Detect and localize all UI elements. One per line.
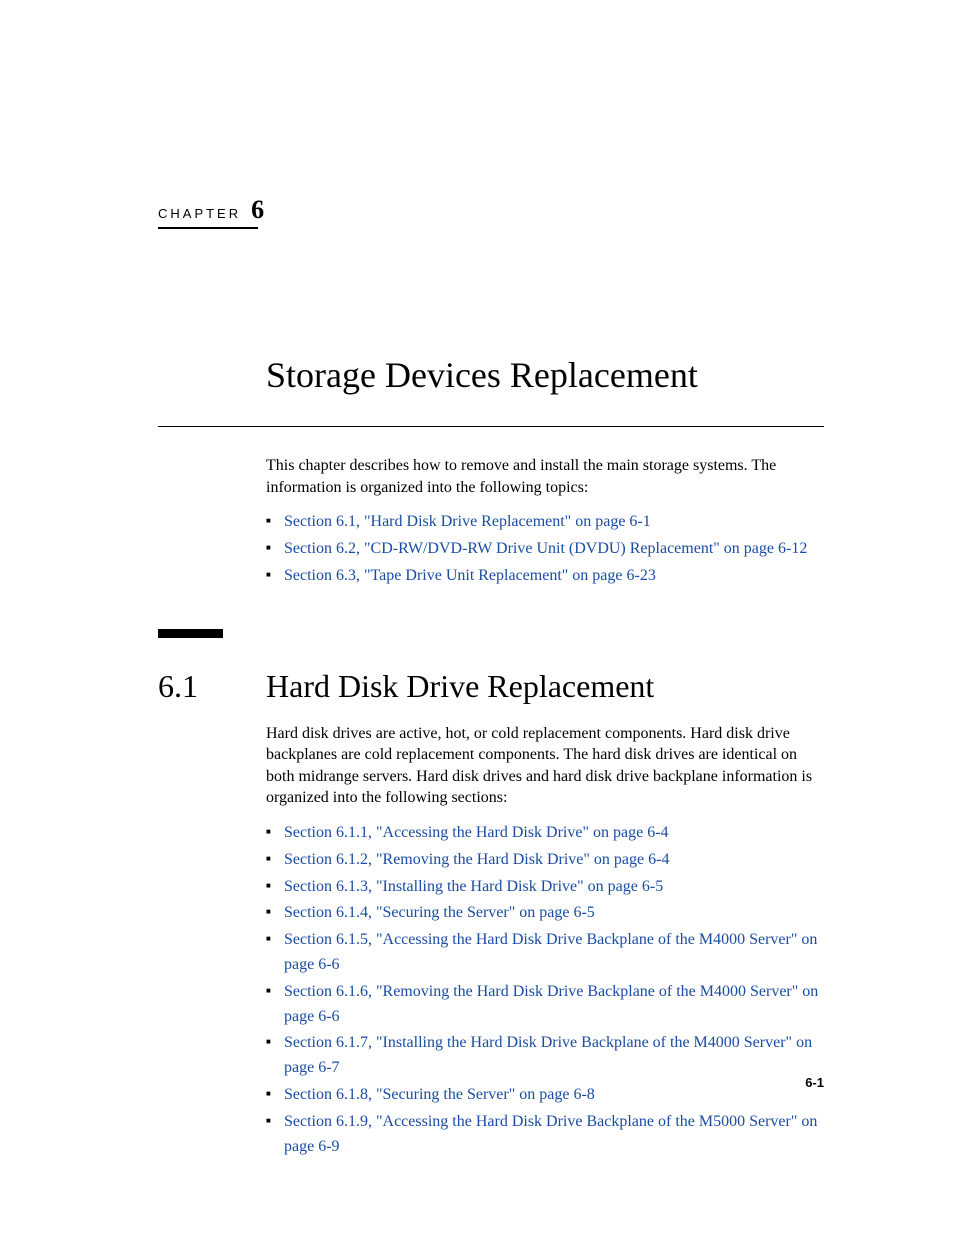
toc-link[interactable]: Section 6.1, "Hard Disk Drive Replacemen… (284, 513, 651, 530)
section-heading: 6.1 Hard Disk Drive Replacement (158, 668, 824, 705)
list-item: Section 6.1.8, "Securing the Server" on … (266, 1083, 824, 1108)
list-item: Section 6.3, "Tape Drive Unit Replacemen… (266, 564, 824, 589)
toc-link[interactable]: Section 6.1.1, "Accessing the Hard Disk … (284, 824, 669, 841)
list-item: Section 6.1.6, "Removing the Hard Disk D… (266, 980, 824, 1030)
toc-link[interactable]: Section 6.3, "Tape Drive Unit Replacemen… (284, 567, 656, 584)
toc-link[interactable]: Section 6.2, "CD-RW/DVD-RW Drive Unit (D… (284, 540, 807, 557)
section-title: Hard Disk Drive Replacement (266, 668, 654, 705)
list-item: Section 6.1.3, "Installing the Hard Disk… (266, 875, 824, 900)
toc-link[interactable]: Section 6.1.8, "Securing the Server" on … (284, 1086, 595, 1103)
section-intro: Hard disk drives are active, hot, or col… (266, 723, 824, 809)
chapter-title: Storage Devices Replacement (266, 354, 824, 396)
toc-link[interactable]: Section 6.1.2, "Removing the Hard Disk D… (284, 851, 669, 868)
list-item: Section 6.1.1, "Accessing the Hard Disk … (266, 821, 824, 846)
toc-link[interactable]: Section 6.1.9, "Accessing the Hard Disk … (284, 1113, 817, 1155)
list-item: Section 6.1.7, "Installing the Hard Disk… (266, 1031, 824, 1081)
list-item: Section 6.1.5, "Accessing the Hard Disk … (266, 928, 824, 978)
list-item: Section 6.1.2, "Removing the Hard Disk D… (266, 848, 824, 873)
chapter-number: 6 (251, 195, 264, 225)
toc-link[interactable]: Section 6.1.4, "Securing the Server" on … (284, 904, 595, 921)
list-item: Section 6.1.9, "Accessing the Hard Disk … (266, 1110, 824, 1160)
section-number: 6.1 (158, 668, 266, 705)
chapter-header: CHAPTER 6 (158, 195, 258, 229)
list-item: Section 6.1.4, "Securing the Server" on … (266, 901, 824, 926)
list-item: Section 6.1, "Hard Disk Drive Replacemen… (266, 510, 824, 535)
toc-link[interactable]: Section 6.1.3, "Installing the Hard Disk… (284, 878, 663, 895)
section-marker (158, 629, 223, 638)
title-rule (158, 426, 824, 427)
toc-link[interactable]: Section 6.1.5, "Accessing the Hard Disk … (284, 931, 817, 973)
list-item: Section 6.2, "CD-RW/DVD-RW Drive Unit (D… (266, 537, 824, 562)
toc-link[interactable]: Section 6.1.7, "Installing the Hard Disk… (284, 1034, 812, 1076)
document-page: CHAPTER 6 Storage Devices Replacement Th… (0, 0, 954, 1159)
page-number: 6-1 (805, 1075, 824, 1090)
chapter-toc-list: Section 6.1, "Hard Disk Drive Replacemen… (266, 510, 824, 588)
chapter-intro: This chapter describes how to remove and… (266, 455, 824, 498)
toc-link[interactable]: Section 6.1.6, "Removing the Hard Disk D… (284, 983, 818, 1025)
section-toc-list: Section 6.1.1, "Accessing the Hard Disk … (266, 821, 824, 1159)
chapter-label: CHAPTER (158, 206, 241, 221)
